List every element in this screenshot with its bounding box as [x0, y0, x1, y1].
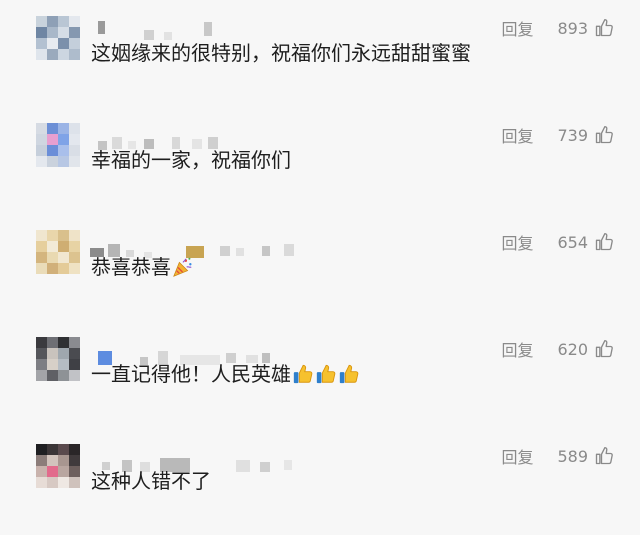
reply-button[interactable]: 回复: [501, 337, 533, 361]
comment-actions: 回复 620: [501, 337, 614, 361]
comment-item: 回复 589 这种人错不了: [0, 428, 640, 535]
thumbs-up-icon[interactable]: [594, 125, 614, 145]
like-count: 589: [557, 446, 588, 466]
avatar[interactable]: [36, 16, 80, 60]
like-count: 893: [557, 18, 588, 38]
thumbs-up-emoji-icon: [292, 363, 314, 385]
avatar[interactable]: [36, 444, 80, 488]
comment-item: 回复 893 这姻缘来的很特别，祝福你们永远甜甜蜜蜜: [0, 0, 640, 107]
comment-text-body: 恭喜恭喜: [91, 255, 171, 279]
comment-item: 回复 654 恭喜恭喜: [0, 214, 640, 321]
comment-text: 恭喜恭喜: [91, 252, 194, 282]
comment-text: 这姻缘来的很特别，祝福你们永远甜甜蜜蜜: [91, 38, 471, 68]
thumbs-up-icon[interactable]: [594, 232, 614, 252]
reply-button[interactable]: 回复: [501, 230, 533, 254]
thumbs-up-emoji-icon: [315, 363, 337, 385]
thumbs-up-icon[interactable]: [594, 18, 614, 38]
comment-actions: 回复 739: [501, 123, 614, 147]
reply-button[interactable]: 回复: [501, 16, 533, 40]
avatar[interactable]: [36, 123, 80, 167]
comment-text-body: 这姻缘来的很特别，祝福你们永远甜甜蜜蜜: [91, 41, 471, 65]
reply-button[interactable]: 回复: [501, 123, 533, 147]
reply-button[interactable]: 回复: [501, 444, 533, 468]
thumbs-up-icon[interactable]: [594, 339, 614, 359]
comment-item: 回复 620 一直记得他！人民英雄: [0, 321, 640, 428]
comment-text-body: 幸福的一家，祝福你们: [91, 148, 291, 172]
like-count: 654: [557, 232, 588, 252]
thumbs-up-emoji-icon: [338, 363, 360, 385]
comment-text: 幸福的一家，祝福你们: [91, 145, 291, 175]
like-count: 620: [557, 339, 588, 359]
comment-text: 一直记得他！人民英雄: [91, 359, 360, 389]
like-count: 739: [557, 125, 588, 145]
avatar[interactable]: [36, 337, 80, 381]
comment-actions: 回复 893: [501, 16, 614, 40]
party-popper-emoji-icon: [172, 256, 194, 278]
comment-text-body: 一直记得他！人民英雄: [91, 362, 291, 386]
comment-text: 这种人错不了: [91, 466, 211, 496]
comment-actions: 回复 589: [501, 444, 614, 468]
comment-item: 回复 739 幸福的一家，祝福你们: [0, 107, 640, 214]
comment-text-body: 这种人错不了: [91, 469, 211, 493]
avatar[interactable]: [36, 230, 80, 274]
comment-actions: 回复 654: [501, 230, 614, 254]
thumbs-up-icon[interactable]: [594, 446, 614, 466]
